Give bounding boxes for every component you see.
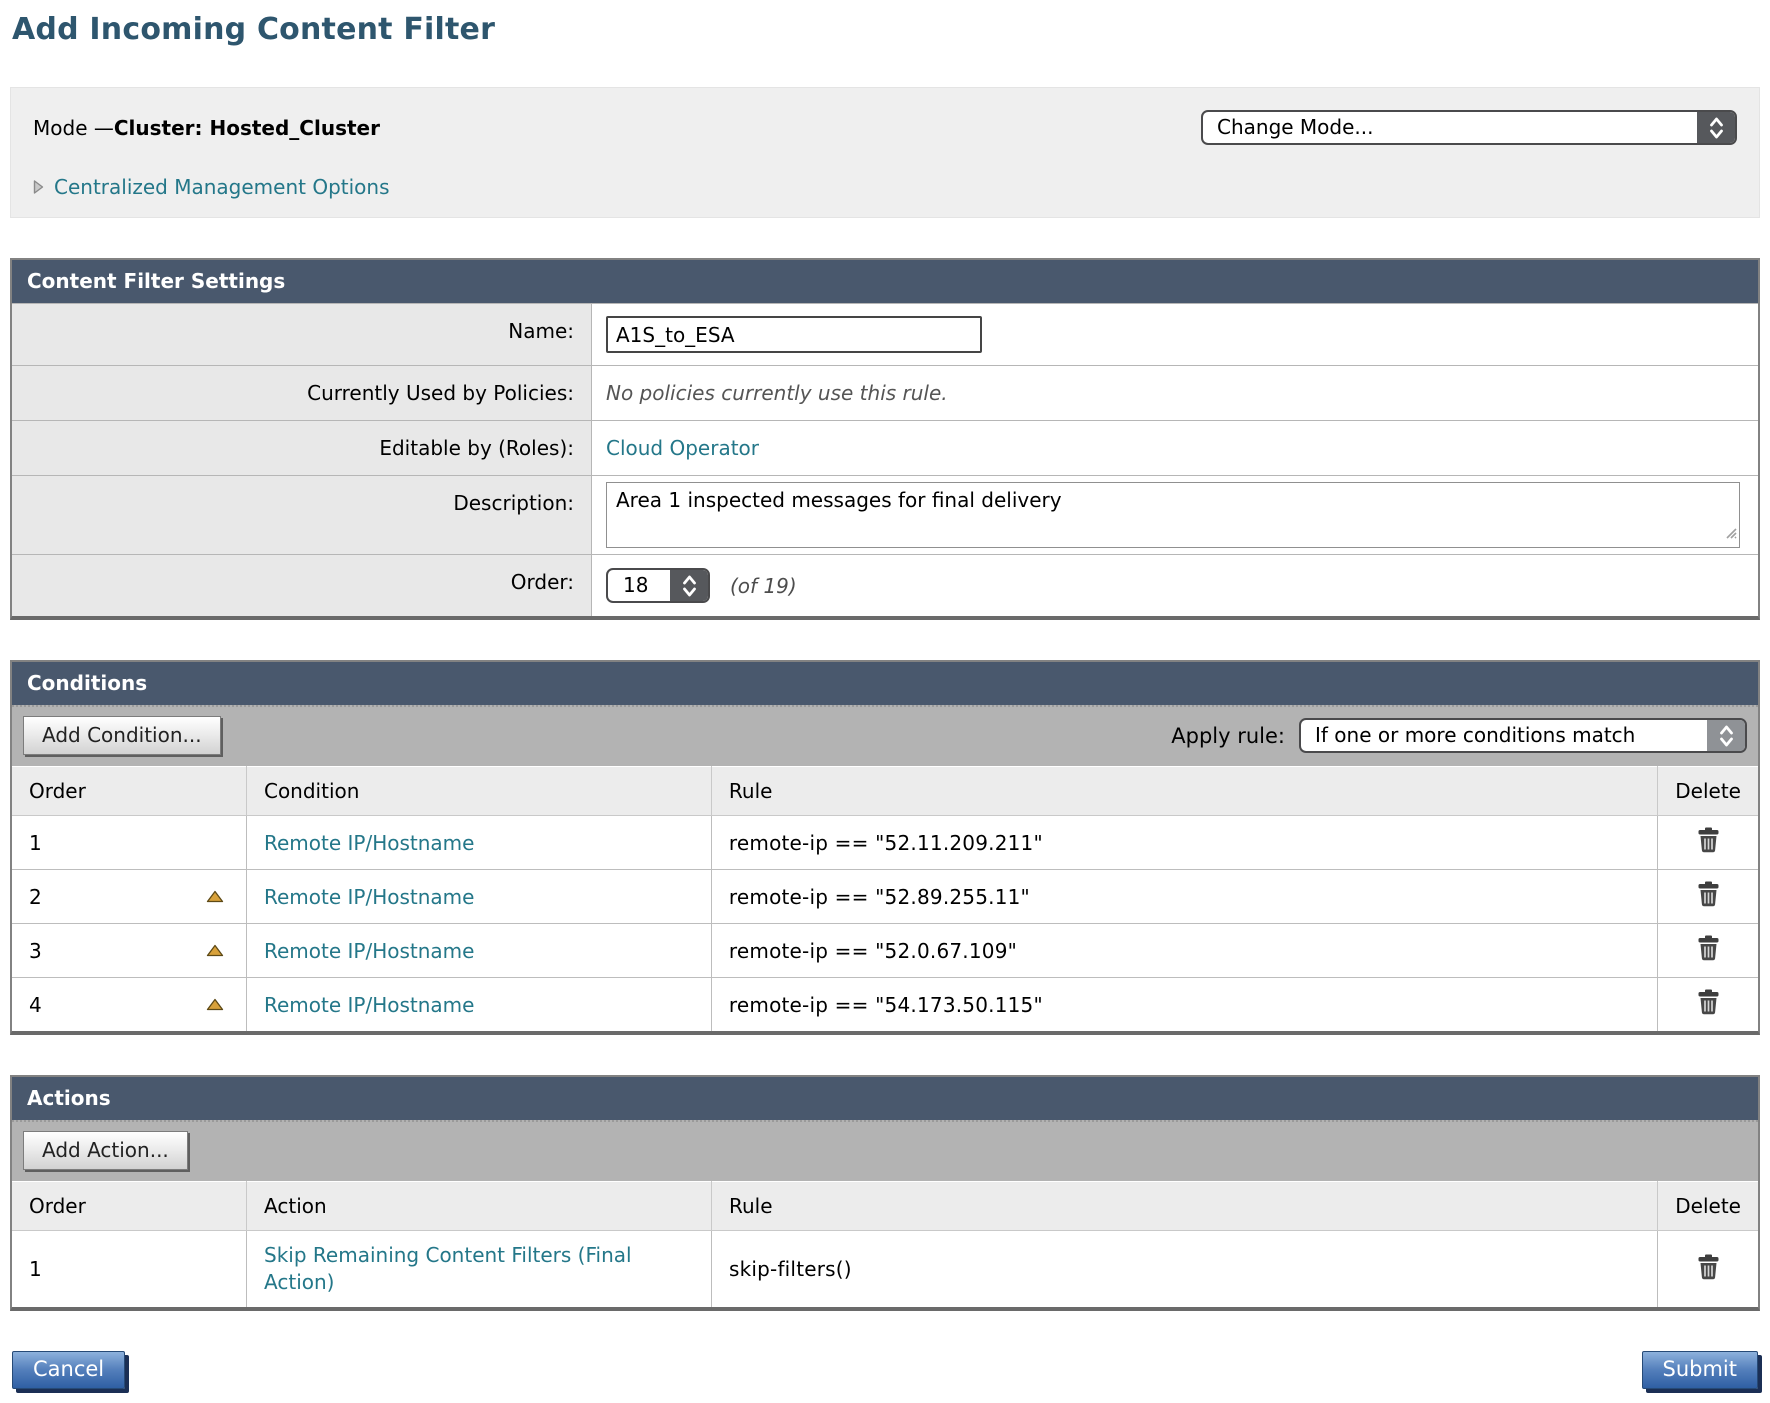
content-filter-settings-panel: Content Filter Settings Name: Currently … [10, 258, 1760, 620]
textarea-resize-handle[interactable] [1724, 520, 1737, 544]
content-filter-settings-title: Content Filter Settings [12, 260, 1758, 303]
select-stepper-icon [1707, 720, 1745, 751]
column-header-action: Action [247, 1182, 712, 1231]
delete-trash-icon[interactable] [1697, 881, 1720, 907]
column-header-delete: Delete [1658, 767, 1758, 816]
mode-panel: Mode —Cluster: Hosted_Cluster Change Mod… [10, 87, 1760, 218]
column-header-condition: Condition [246, 767, 711, 816]
policies-value: No policies currently use this rule. [606, 381, 948, 405]
order-total: (of 19) [730, 574, 797, 598]
move-up-icon[interactable] [206, 889, 224, 902]
name-row: Name: [12, 303, 1758, 365]
mode-label: Mode — [33, 116, 114, 140]
policies-row: Currently Used by Policies: No policies … [12, 365, 1758, 420]
apply-rule-selected-option: If one or more conditions match [1301, 720, 1707, 751]
description-row: Description: Area 1 inspected messages f… [12, 475, 1758, 554]
rule-cell: remote-ip == "52.11.209.211" [711, 816, 1657, 870]
apply-rule-select[interactable]: If one or more conditions match [1299, 718, 1747, 753]
page: Add Incoming Content Filter Mode —Cluste… [0, 0, 1770, 1403]
footer: Cancel Submit [10, 1351, 1760, 1389]
order-cell: 4 [12, 978, 246, 1032]
rule-cell: remote-ip == "52.0.67.109" [711, 924, 1657, 978]
conditions-toolbar: Add Condition... Apply rule: If one or m… [12, 705, 1758, 766]
delete-trash-icon[interactable] [1697, 1254, 1720, 1280]
submit-button[interactable]: Submit [1642, 1351, 1759, 1389]
condition-row: 2 Remote IP/Hostname remote-ip == "52.89… [12, 870, 1758, 924]
centralized-management-options-link[interactable]: Centralized Management Options [54, 175, 390, 199]
add-action-button[interactable]: Add Action... [23, 1131, 188, 1170]
apply-rule-label: Apply rule: [1171, 724, 1285, 748]
order-select[interactable]: 18 [606, 568, 710, 603]
condition-row: 3 Remote IP/Hostname remote-ip == "52.0.… [12, 924, 1758, 978]
move-up-icon[interactable] [206, 997, 224, 1010]
column-header-rule: Rule [711, 1182, 1657, 1231]
add-condition-button[interactable]: Add Condition... [23, 716, 221, 755]
condition-link[interactable]: Remote IP/Hostname [264, 939, 474, 963]
condition-link[interactable]: Remote IP/Hostname [264, 831, 474, 855]
order-label: Order: [12, 555, 592, 616]
page-title: Add Incoming Content Filter [12, 12, 1760, 47]
condition-link[interactable]: Remote IP/Hostname [264, 885, 474, 909]
conditions-title: Conditions [12, 662, 1758, 705]
actions-toolbar: Add Action... [12, 1120, 1758, 1181]
conditions-header-row: Order Condition Rule Delete [12, 767, 1758, 816]
cancel-button[interactable]: Cancel [12, 1351, 125, 1389]
order-selected-option: 18 [608, 570, 670, 601]
delete-trash-icon[interactable] [1697, 827, 1720, 853]
order-cell: 3 [12, 924, 246, 978]
rule-cell: remote-ip == "52.89.255.11" [711, 870, 1657, 924]
name-label: Name: [12, 304, 592, 365]
actions-title: Actions [12, 1077, 1758, 1120]
order-cell: 2 [12, 870, 246, 924]
rule-cell: remote-ip == "54.173.50.115" [711, 978, 1657, 1032]
editable-roles-link[interactable]: Cloud Operator [606, 436, 759, 460]
column-header-order: Order [12, 1182, 247, 1231]
mode-value: Cluster: Hosted_Cluster [114, 116, 380, 140]
condition-row: 1 Remote IP/Hostname remote-ip == "52.11… [12, 816, 1758, 870]
actions-panel: Actions Add Action... Order Action Rule … [10, 1075, 1760, 1311]
delete-trash-icon[interactable] [1697, 989, 1720, 1015]
disclosure-triangle-icon[interactable] [33, 179, 44, 195]
condition-row: 4 Remote IP/Hostname remote-ip == "54.17… [12, 978, 1758, 1032]
move-up-icon[interactable] [206, 943, 224, 956]
condition-link[interactable]: Remote IP/Hostname [264, 993, 474, 1017]
order-row: Order: 18 (of 19) [12, 554, 1758, 616]
change-mode-select[interactable]: Change Mode... [1201, 110, 1737, 145]
editable-label: Editable by (Roles): [12, 421, 592, 475]
actions-table: Order Action Rule Delete 1 Skip Remainin… [12, 1181, 1758, 1307]
change-mode-selected-option: Change Mode... [1203, 112, 1697, 143]
rule-cell: skip-filters() [711, 1231, 1657, 1308]
description-textarea[interactable]: Area 1 inspected messages for final deli… [606, 482, 1740, 548]
column-header-delete: Delete [1658, 1182, 1758, 1231]
conditions-table: Order Condition Rule Delete 1 Remote IP/… [12, 766, 1758, 1031]
select-stepper-icon [670, 570, 708, 601]
column-header-rule: Rule [711, 767, 1657, 816]
name-input[interactable] [606, 316, 982, 353]
select-stepper-icon [1697, 112, 1735, 143]
description-label: Description: [12, 476, 592, 554]
delete-trash-icon[interactable] [1697, 935, 1720, 961]
editable-row: Editable by (Roles): Cloud Operator [12, 420, 1758, 475]
mode-text: Mode —Cluster: Hosted_Cluster [33, 116, 380, 140]
conditions-panel: Conditions Add Condition... Apply rule: … [10, 660, 1760, 1035]
action-link[interactable]: Skip Remaining Content Filters (Final Ac… [264, 1242, 694, 1296]
column-header-order: Order [12, 767, 246, 816]
action-row: 1 Skip Remaining Content Filters (Final … [12, 1231, 1758, 1308]
policies-label: Currently Used by Policies: [12, 366, 592, 420]
order-cell: 1 [12, 816, 246, 870]
order-cell: 1 [12, 1231, 247, 1308]
actions-header-row: Order Action Rule Delete [12, 1182, 1758, 1231]
